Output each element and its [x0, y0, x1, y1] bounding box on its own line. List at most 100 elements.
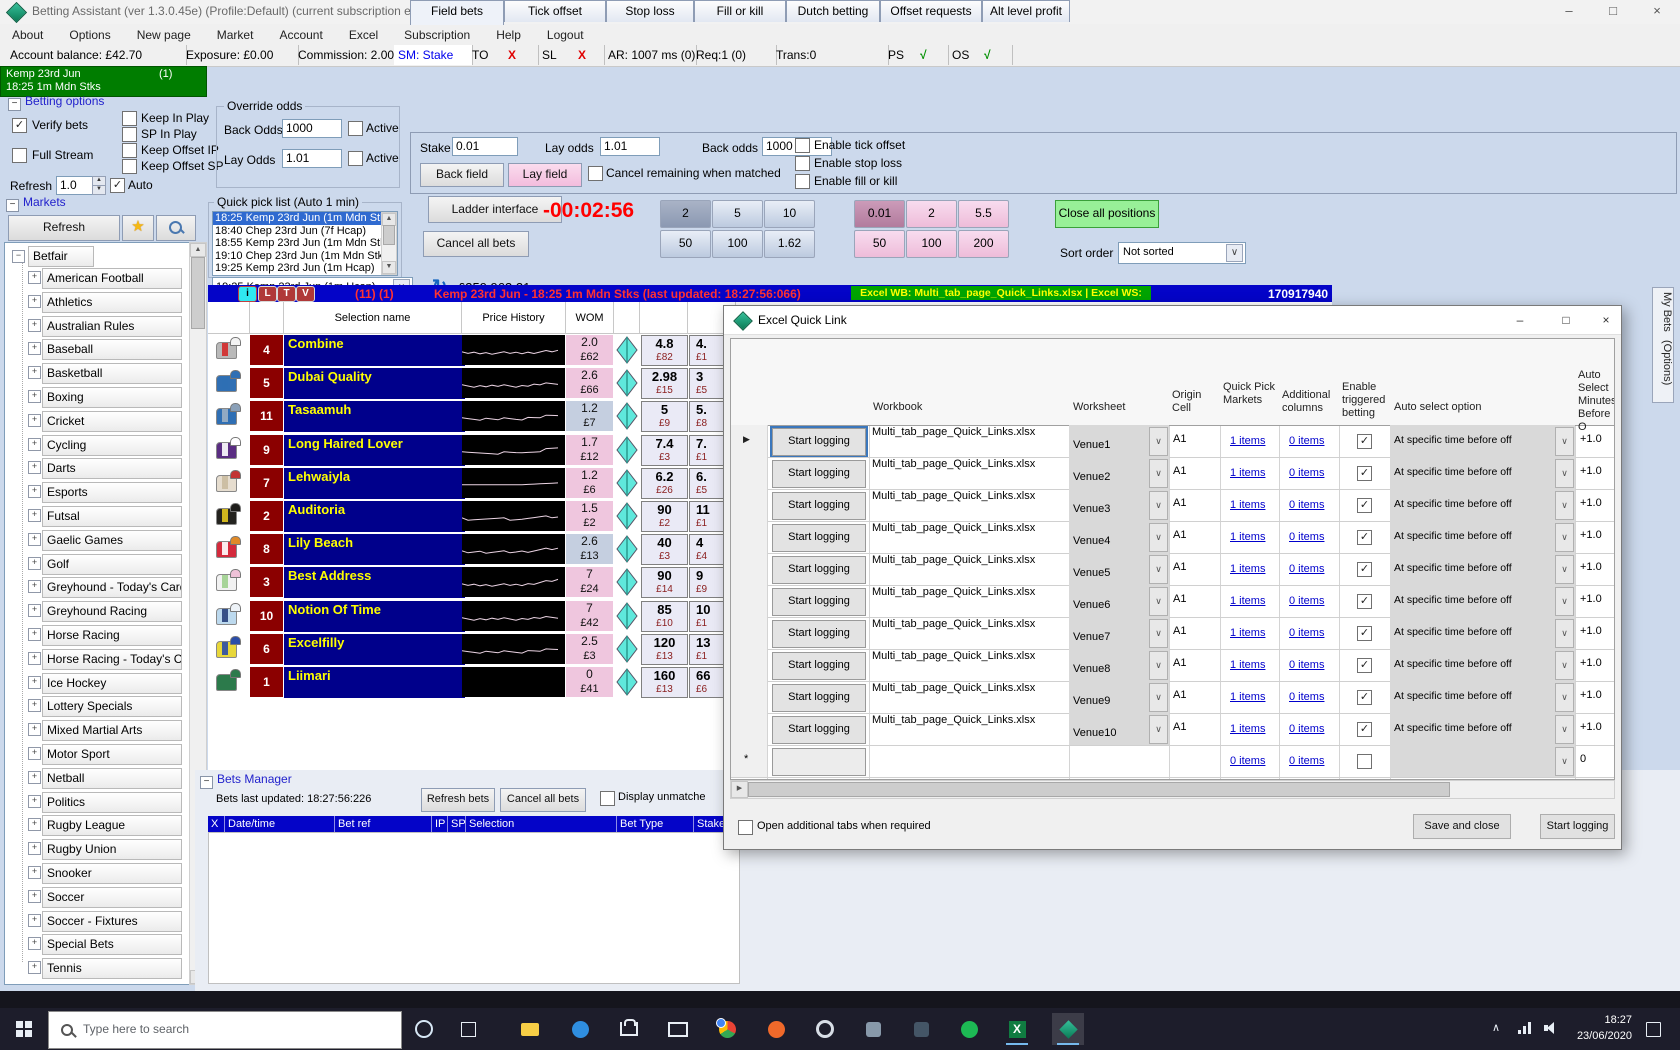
expand-icon[interactable]: + — [28, 509, 41, 522]
expand-icon[interactable]: + — [28, 842, 41, 855]
enable-betting-checkbox[interactable]: ✓ — [1357, 594, 1372, 609]
enable-betting-checkbox[interactable]: ✓ — [1357, 530, 1372, 545]
enable-betting-checkbox[interactable]: ✓ — [1357, 434, 1372, 449]
chevron-down-icon[interactable]: ∨ — [1149, 523, 1168, 552]
tab-tick-offset[interactable]: Tick offset — [504, 0, 606, 22]
refresh-rate-input[interactable]: 1.0 — [56, 176, 94, 195]
favourites-button[interactable]: ★ — [122, 215, 154, 241]
chevron-down-icon[interactable]: ∨ — [1149, 491, 1168, 520]
chevron-down-icon[interactable]: ∨ — [1226, 244, 1243, 262]
selection-name[interactable]: Liimari — [284, 667, 465, 698]
expand-icon[interactable]: + — [28, 414, 41, 427]
chevron-down-icon[interactable]: ∨ — [1149, 651, 1168, 680]
expand-icon[interactable]: + — [28, 676, 41, 689]
market-bar-button-l[interactable]: L — [258, 286, 277, 302]
cancel-all-bets-button[interactable]: Cancel all bets — [423, 231, 529, 257]
sidebar-item-basketball[interactable]: Basketball — [42, 363, 182, 384]
chevron-down-icon[interactable]: ∨ — [1149, 619, 1168, 648]
auto-select-cell[interactable]: At specific time before off∨ — [1390, 489, 1575, 521]
close-icon[interactable]: × — [1636, 0, 1678, 23]
back-odds-active-checkbox[interactable] — [348, 121, 363, 136]
expand-icon[interactable]: + — [28, 723, 41, 736]
back-price-button[interactable]: 6.2£26 — [641, 468, 688, 499]
worksheet-cell[interactable]: Venue8∨ — [1069, 649, 1169, 681]
sidebar-item-rugby-league[interactable]: Rugby League — [42, 815, 182, 836]
maximize-icon[interactable]: □ — [1592, 0, 1634, 23]
sidebar-item-australian-rules[interactable]: Australian Rules — [42, 316, 182, 337]
sidebar-item-ice-hockey[interactable]: Ice Hockey — [42, 673, 182, 694]
auto-select-cell[interactable]: At specific time before off∨ — [1390, 425, 1575, 457]
excel-icon[interactable]: X — [1001, 1013, 1033, 1045]
selection-name[interactable]: Long Haired Lover — [284, 435, 465, 466]
dialog-minimize-icon[interactable]: – — [1505, 311, 1535, 330]
store-icon[interactable] — [613, 1013, 645, 1045]
expand-icon[interactable]: + — [28, 747, 41, 760]
scroll-right-icon[interactable]: ▶ — [731, 781, 748, 798]
expand-icon[interactable]: + — [28, 795, 41, 808]
back-price-button[interactable]: 5£9 — [641, 401, 688, 432]
start-logging-button[interactable]: Start logging — [772, 492, 866, 520]
back-odds-input[interactable]: 1000 — [282, 119, 342, 138]
selection-name[interactable]: Tasaamuh — [284, 401, 465, 432]
back-stake-button-2[interactable]: 2 — [660, 200, 711, 228]
sidebar-item-futsal[interactable]: Futsal — [42, 506, 182, 527]
dialog-close-icon[interactable]: × — [1591, 311, 1621, 330]
dialog-hscrollbar[interactable]: ◀▶ — [730, 780, 1615, 799]
tab-fill-or-kill[interactable]: Fill or kill — [694, 0, 786, 22]
fb-lay-odds-input[interactable]: 1.01 — [600, 137, 660, 156]
expand-icon[interactable]: + — [28, 937, 41, 950]
menu-item-new-page[interactable]: New page — [137, 28, 191, 42]
quick-pick-item[interactable]: 18:55 Kemp 23rd Jun (1m Mdn Stks) — [213, 237, 397, 250]
lay-field-button[interactable]: Lay field — [508, 163, 582, 187]
sidebar-item-politics[interactable]: Politics — [42, 792, 182, 813]
start-logging-button[interactable]: Start logging — [772, 684, 866, 712]
back-stake-button-10[interactable]: 10 — [764, 200, 815, 228]
chevron-down-icon[interactable]: ∨ — [1555, 523, 1574, 552]
auto-select-cell[interactable]: At specific time before off∨ — [1390, 617, 1575, 649]
back-stake-button-5[interactable]: 5 — [712, 200, 763, 228]
auto-select-cell[interactable]: At specific time before off∨ — [1390, 585, 1575, 617]
expand-icon[interactable]: + — [28, 438, 41, 451]
chevron-down-icon[interactable]: ∨ — [1149, 683, 1168, 712]
worksheet-cell[interactable]: Venue5∨ — [1069, 553, 1169, 585]
start-logging-button[interactable]: Start logging — [772, 556, 866, 584]
expand-icon[interactable]: + — [28, 295, 41, 308]
betfair-collapse-icon[interactable]: − — [12, 250, 25, 263]
back-price-button[interactable]: 85£10 — [641, 601, 688, 632]
back-price-button[interactable]: 90£14 — [641, 567, 688, 598]
side-tab-my-bets[interactable]: My Bets(Options) — [1652, 287, 1674, 403]
sidebar-item-cricket[interactable]: Cricket — [42, 411, 182, 432]
worksheet-cell[interactable]: Venue3∨ — [1069, 489, 1169, 521]
back-price-button[interactable]: 160£13 — [641, 667, 688, 698]
keep-offset-ip-checkbox[interactable] — [122, 143, 137, 158]
expand-icon[interactable]: + — [28, 461, 41, 474]
auto-select-cell[interactable]: At specific time before off∨ — [1390, 649, 1575, 681]
auto-select-cell[interactable]: At specific time before off∨ — [1390, 457, 1575, 489]
keep-offset-sp-checkbox[interactable] — [122, 159, 137, 174]
chevron-down-icon[interactable]: ∨ — [1555, 459, 1574, 488]
expand-icon[interactable]: + — [28, 628, 41, 641]
expand-icon[interactable]: + — [28, 557, 41, 570]
spotify-icon[interactable] — [953, 1013, 985, 1045]
sidebar-item-cycling[interactable]: Cycling — [42, 435, 182, 456]
worksheet-cell[interactable]: Venue2∨ — [1069, 457, 1169, 489]
chevron-down-icon[interactable]: ∨ — [1555, 715, 1574, 744]
cancel-remaining-checkbox[interactable] — [588, 166, 603, 181]
back-stake-button-100[interactable]: 100 — [712, 230, 763, 258]
chevron-down-icon[interactable]: ∨ — [1555, 555, 1574, 584]
dialog-maximize-icon[interactable]: □ — [1551, 311, 1581, 330]
expand-icon[interactable]: + — [28, 914, 41, 927]
settings-icon[interactable] — [809, 1013, 841, 1045]
sidebar-item-special-bets[interactable]: Special Bets — [42, 934, 182, 955]
menu-item-help[interactable]: Help — [496, 28, 521, 42]
sidebar-item-soccer-fixtures[interactable]: Soccer - Fixtures — [42, 911, 182, 932]
start-logging-footer-button[interactable]: Start logging — [1540, 814, 1615, 839]
tab-alt-level-profit[interactable]: Alt level profit — [982, 0, 1070, 22]
start-logging-button[interactable]: Start logging — [772, 620, 866, 648]
full-stream-checkbox[interactable] — [12, 148, 27, 163]
enable-stop-loss-checkbox[interactable] — [795, 156, 810, 171]
sp-in-play-checkbox[interactable] — [122, 127, 137, 142]
sidebar-item-lottery-specials[interactable]: Lottery Specials — [42, 696, 182, 717]
chevron-down-icon[interactable]: ∨ — [1149, 459, 1168, 488]
enable-tick-offset-checkbox[interactable] — [795, 138, 810, 153]
